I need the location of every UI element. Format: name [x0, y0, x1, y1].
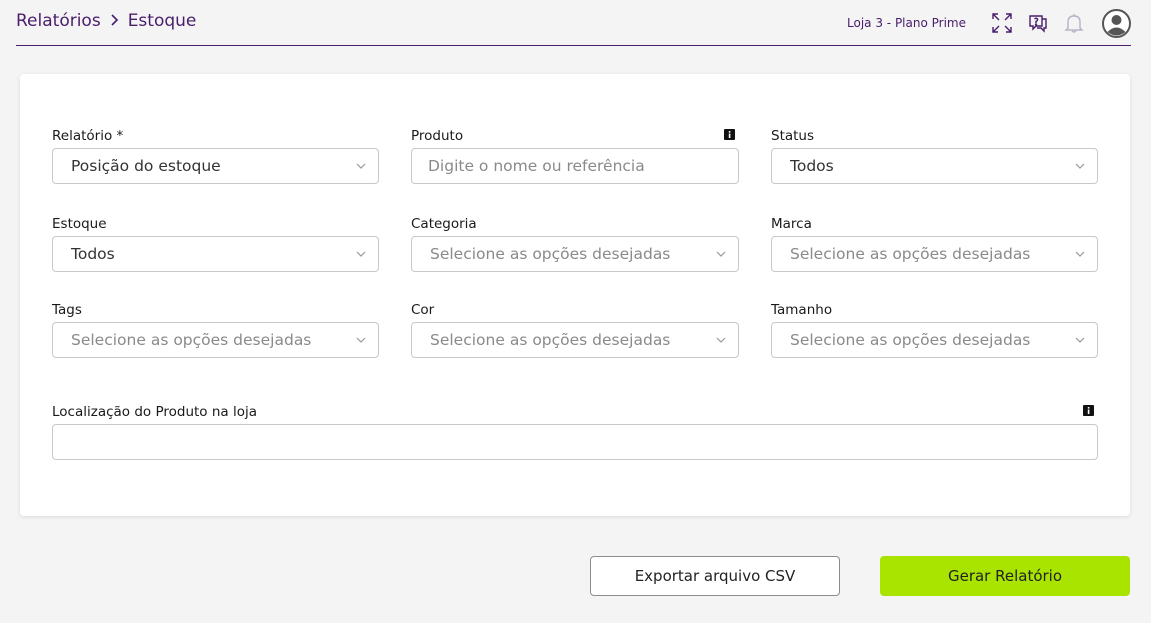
produto-field: Produto	[411, 128, 739, 184]
estoque-label: Estoque	[52, 216, 107, 232]
tags-placeholder: Selecione as opções desejadas	[71, 331, 312, 349]
cor-placeholder: Selecione as opções desejadas	[430, 331, 671, 349]
chevron-right-icon	[110, 12, 119, 30]
user-avatar[interactable]	[1102, 8, 1131, 38]
marca-multiselect[interactable]: Selecione as opções desejadas	[771, 236, 1098, 272]
categoria-placeholder: Selecione as opções desejadas	[430, 245, 671, 263]
tags-label: Tags	[52, 302, 82, 318]
marca-placeholder: Selecione as opções desejadas	[790, 245, 1031, 263]
info-icon[interactable]	[724, 129, 735, 140]
relatorio-label: Relatório *	[52, 128, 124, 144]
chevron-down-icon	[356, 337, 366, 343]
tamanho-multiselect[interactable]: Selecione as opções desejadas	[771, 322, 1098, 358]
relatorio-select[interactable]: Posição do estoque	[52, 148, 379, 184]
categoria-multiselect[interactable]: Selecione as opções desejadas	[411, 236, 739, 272]
status-label: Status	[771, 128, 815, 144]
categoria-field: Categoria Selecione as opções desejadas	[411, 216, 739, 272]
produto-input-box[interactable]	[411, 148, 739, 184]
produto-search-input[interactable]	[428, 157, 738, 175]
status-field: Status Todos	[771, 128, 1098, 184]
expand-icon[interactable]	[990, 11, 1014, 35]
localizacao-label: Localização do Produto na loja	[52, 404, 258, 420]
estoque-field: Estoque Todos	[52, 216, 379, 272]
cor-field: Cor Selecione as opções desejadas	[411, 302, 739, 358]
chevron-down-icon	[1075, 163, 1085, 169]
estoque-select[interactable]: Todos	[52, 236, 379, 272]
status-select[interactable]: Todos	[771, 148, 1098, 184]
localizacao-input-box[interactable]	[52, 424, 1098, 460]
localizacao-field: Localização do Produto na loja	[52, 404, 1098, 460]
info-icon[interactable]	[1083, 405, 1094, 416]
tamanho-label: Tamanho	[771, 302, 833, 318]
top-right-tools: Loja 3 - Plano Prime	[847, 8, 1131, 38]
cor-label: Cor	[411, 302, 435, 318]
chevron-down-icon	[716, 337, 726, 343]
chevron-down-icon	[1075, 337, 1085, 343]
tags-multiselect[interactable]: Selecione as opções desejadas	[52, 322, 379, 358]
produto-label: Produto	[411, 128, 464, 144]
top-bar: Relatórios Estoque Loja 3 - Plano Prime	[16, 0, 1131, 46]
bell-icon[interactable]	[1062, 11, 1086, 35]
breadcrumb-reports[interactable]: Relatórios	[16, 11, 101, 31]
generate-report-button[interactable]: Gerar Relatório	[880, 556, 1130, 596]
export-csv-button[interactable]: Exportar arquivo CSV	[590, 556, 840, 596]
store-plan-label[interactable]: Loja 3 - Plano Prime	[847, 16, 966, 30]
estoque-value: Todos	[71, 245, 115, 263]
tamanho-field: Tamanho Selecione as opções desejadas	[771, 302, 1098, 358]
relatorio-value: Posição do estoque	[71, 157, 221, 175]
chevron-down-icon	[356, 251, 366, 257]
report-filter-card: Relatório * Posição do estoque Produto S…	[20, 74, 1130, 516]
localizacao-input[interactable]	[69, 433, 1097, 451]
breadcrumb-stock: Estoque	[127, 11, 197, 31]
relatorio-field: Relatório * Posição do estoque	[52, 128, 379, 184]
help-chat-icon[interactable]	[1026, 11, 1050, 35]
cor-multiselect[interactable]: Selecione as opções desejadas	[411, 322, 739, 358]
breadcrumb: Relatórios Estoque	[16, 11, 196, 31]
marca-label: Marca	[771, 216, 812, 232]
chevron-down-icon	[356, 163, 366, 169]
status-value: Todos	[790, 157, 834, 175]
chevron-down-icon	[1075, 251, 1085, 257]
categoria-label: Categoria	[411, 216, 477, 232]
chevron-down-icon	[716, 251, 726, 257]
marca-field: Marca Selecione as opções desejadas	[771, 216, 1098, 272]
tags-field: Tags Selecione as opções desejadas	[52, 302, 379, 358]
tamanho-placeholder: Selecione as opções desejadas	[790, 331, 1031, 349]
